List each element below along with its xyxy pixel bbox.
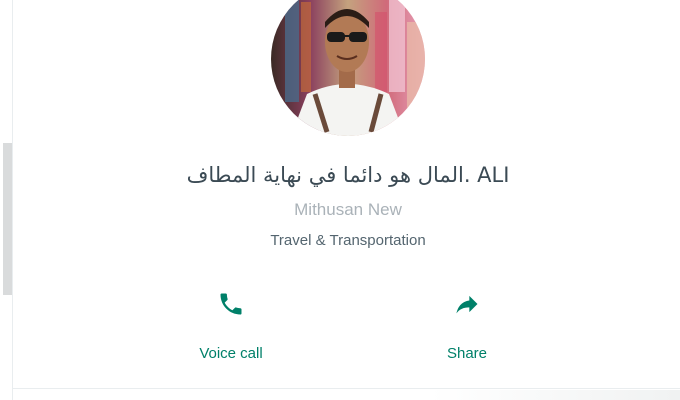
voice-call-button[interactable]: Voice call — [171, 284, 291, 370]
section-divider — [12, 388, 680, 389]
avatar-photo — [271, 0, 425, 136]
phone-icon — [220, 293, 242, 315]
contact-subname: Mithusan New — [294, 200, 402, 219]
share-arrow-icon — [456, 295, 478, 314]
contact-name: المال هو دائما في نهاية المطاف. ALI — [186, 163, 510, 187]
contact-avatar[interactable] — [271, 0, 425, 136]
voice-call-label: Voice call — [199, 345, 263, 362]
business-category: Travel & Transportation — [270, 232, 426, 249]
share-label: Share — [446, 345, 488, 362]
bottom-fade — [430, 390, 680, 400]
share-button[interactable]: Share — [407, 284, 527, 370]
